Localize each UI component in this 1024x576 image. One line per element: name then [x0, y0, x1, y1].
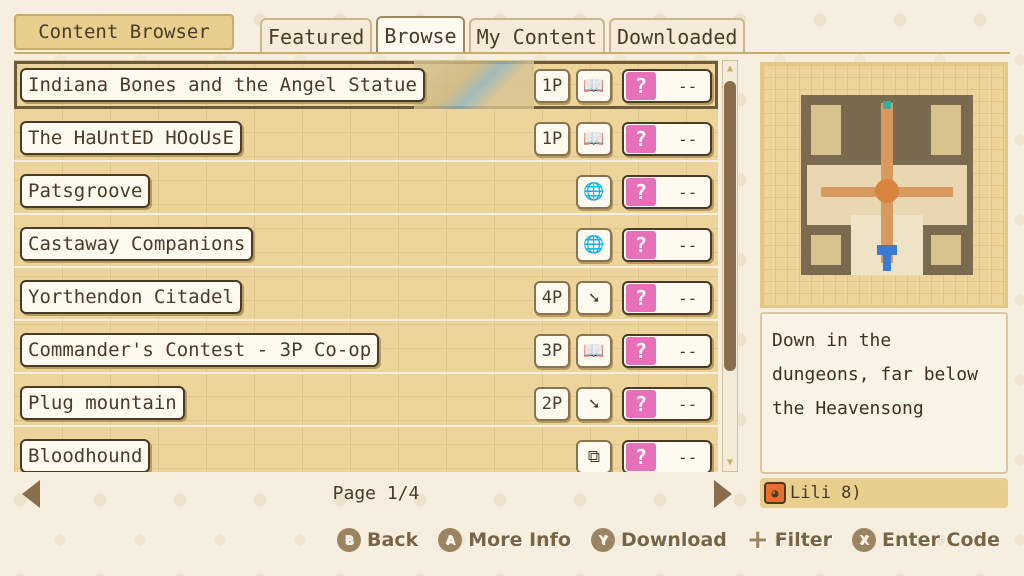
list-item[interactable]: Castaway Companions 🌐? -- — [14, 220, 718, 268]
list-item[interactable]: Plug mountain 2P ➘? -- — [14, 379, 718, 427]
author-avatar-icon: ◕ — [764, 482, 786, 504]
download-label: Download — [621, 529, 727, 551]
list-item[interactable]: The HaUntED HOoUsE 1P 📖? -- — [14, 114, 718, 162]
sword-icon: ➘ — [576, 387, 612, 421]
rating-value: -- — [678, 341, 698, 361]
filter-label: Filter — [774, 529, 833, 551]
player-count-badge: 4P — [534, 281, 570, 315]
rating-value: -- — [678, 394, 698, 414]
rating-box: ? -- — [622, 175, 712, 209]
list-item-title: The HaUntED HOoUsE — [20, 121, 242, 155]
enter-code-button[interactable]: X Enter Code — [852, 528, 1000, 552]
player-count-badge: 1P — [534, 69, 570, 103]
book-icon: 📖 — [576, 122, 612, 156]
book-icon: 📖 — [576, 69, 612, 103]
x-button-icon: X — [852, 528, 877, 552]
prev-page-icon[interactable] — [22, 480, 40, 508]
page-indicator: Page 1/4 — [332, 482, 420, 504]
unknown-rating-icon: ? — [626, 72, 656, 100]
list-item[interactable]: Patsgroove 🌐? -- — [14, 167, 718, 215]
enter-code-label: Enter Code — [882, 529, 1000, 551]
rating-value: -- — [678, 288, 698, 308]
scrollbar[interactable]: ▲ ▼ — [722, 60, 738, 472]
list-item-title: Indiana Bones and the Angel Statue — [20, 68, 425, 102]
book-icon: 📖 — [576, 334, 612, 368]
tab-my-content[interactable]: My Content — [468, 18, 605, 54]
b-button-icon: B — [337, 528, 362, 552]
list-item-title: Plug mountain — [20, 386, 185, 420]
scroll-up-icon[interactable]: ▲ — [724, 63, 736, 75]
next-page-icon[interactable] — [714, 480, 732, 508]
list-item-title: Bloodhound — [20, 439, 151, 472]
content-list: Indiana Bones and the Angel Statue 1P 📖? --… — [14, 60, 718, 472]
scroll-thumb[interactable] — [724, 81, 736, 371]
back-button[interactable]: B Back — [337, 528, 418, 552]
dungeon-map-image — [801, 95, 973, 275]
list-item-title: Commander's Contest - 3P Co-op — [20, 333, 380, 367]
row-preview-image — [414, 61, 534, 109]
more-info-button[interactable]: A More Info — [438, 528, 571, 552]
list-item-title: Castaway Companions — [20, 227, 254, 261]
rating-box: ? -- — [622, 281, 712, 315]
tab-bar: Featured Browse My Content Downloaded — [260, 16, 746, 54]
unknown-rating-icon: ? — [626, 443, 656, 471]
page-title: Content Browser — [14, 14, 234, 50]
rating-box: ? -- — [622, 122, 712, 156]
unknown-rating-icon: ? — [626, 125, 656, 153]
dpad-icon: + — [746, 525, 769, 555]
list-item[interactable]: Indiana Bones and the Angel Statue 1P 📖? -- — [14, 61, 718, 109]
rating-box: ? -- — [622, 440, 712, 472]
level-preview — [760, 62, 1008, 308]
pager: Page 1/4 — [14, 476, 738, 510]
tab-downloaded[interactable]: Downloaded — [609, 18, 746, 54]
list-item[interactable]: Yorthendon Citadel 4P ➘? -- — [14, 273, 718, 321]
rating-value: -- — [678, 447, 698, 467]
rating-box: ? -- — [622, 69, 712, 103]
back-label: Back — [367, 529, 419, 551]
globe-icon: 🌐 — [576, 228, 612, 262]
rating-value: -- — [678, 76, 698, 96]
rating-box: ? -- — [622, 387, 712, 421]
rating-value: -- — [678, 129, 698, 149]
rating-box: ? -- — [622, 228, 712, 262]
y-button-icon: Y — [591, 528, 615, 552]
tab-browse[interactable]: Browse — [376, 16, 465, 54]
player-count-badge: 2P — [534, 387, 570, 421]
globe-icon: 🌐 — [576, 175, 612, 209]
list-item[interactable]: Bloodhound ⧉? -- — [14, 432, 718, 472]
rating-value: -- — [678, 235, 698, 255]
puzzle-icon: ⧉ — [576, 440, 612, 472]
tab-featured[interactable]: Featured — [260, 18, 373, 54]
unknown-rating-icon: ? — [626, 178, 656, 206]
unknown-rating-icon: ? — [626, 337, 656, 365]
author-name: Lili 8) — [790, 483, 862, 503]
list-item[interactable]: Commander's Contest - 3P Co-op 3P 📖? -- — [14, 326, 718, 374]
tab-divider — [14, 52, 1010, 54]
player-count-badge: 3P — [534, 334, 570, 368]
list-item-title: Patsgroove — [20, 174, 151, 208]
unknown-rating-icon: ? — [626, 284, 656, 312]
level-description: Down in the dungeons, far below the Heav… — [760, 312, 1008, 474]
sword-icon: ➘ — [576, 281, 612, 315]
player-count-badge: 1P — [534, 122, 570, 156]
author-bar: ◕ Lili 8) — [760, 478, 1008, 508]
unknown-rating-icon: ? — [626, 390, 656, 418]
download-button[interactable]: Y Download — [591, 528, 727, 552]
rating-box: ? -- — [622, 334, 712, 368]
filter-button[interactable]: + Filter — [746, 525, 833, 555]
list-item-title: Yorthendon Citadel — [20, 280, 242, 314]
a-button-icon: A — [438, 528, 463, 552]
unknown-rating-icon: ? — [626, 231, 656, 259]
rating-value: -- — [678, 182, 698, 202]
scroll-down-icon[interactable]: ▼ — [724, 457, 736, 469]
more-info-label: More Info — [468, 529, 571, 551]
control-hints: B Back A More Info Y Download + Filter X… — [337, 525, 1000, 555]
